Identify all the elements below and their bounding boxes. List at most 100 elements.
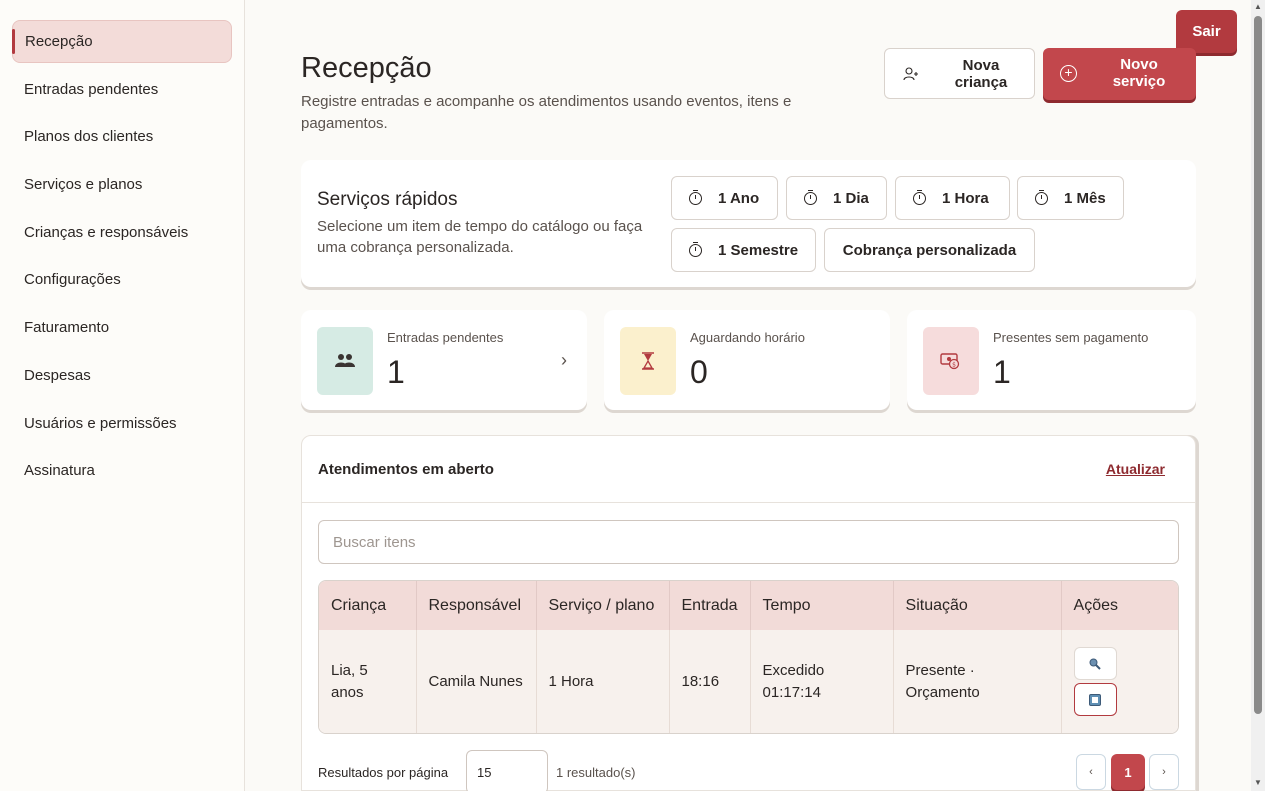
stop-button[interactable]	[1073, 683, 1117, 716]
results-count: 1 resultado(s)	[556, 765, 636, 780]
sidebar-item-recepcao[interactable]: Recepção	[12, 20, 232, 63]
stat-value: 0	[690, 354, 708, 390]
sidebar-item-configuracoes[interactable]: Configurações	[12, 258, 232, 301]
open-services-card: Atendimentos em aberto Atualizar Criança…	[301, 435, 1196, 791]
cell-time: Excedido 01:17:14	[750, 630, 894, 733]
svg-text:$: $	[952, 362, 956, 369]
plus-circle-icon: +	[1060, 65, 1077, 82]
prev-page-button[interactable]: ‹	[1076, 754, 1106, 790]
card-title: Atendimentos em aberto	[318, 461, 494, 478]
quick-services-title: Serviços rápidos	[317, 189, 458, 210]
view-button[interactable]	[1073, 647, 1117, 680]
chevron-right-icon: ›	[561, 350, 567, 370]
sidebar: Recepção Entradas pendentes Planos dos c…	[0, 0, 245, 791]
timer-icon	[804, 189, 817, 205]
sidebar-item-label: Assinatura	[24, 462, 95, 480]
column-header: Responsável	[416, 581, 537, 630]
sidebar-item-usuarios-permissoes[interactable]: Usuários e permissões	[12, 402, 232, 445]
chip-label: 1 Hora	[942, 189, 989, 207]
table-header-row: Criança Responsável Serviço / plano Entr…	[319, 581, 1178, 630]
next-page-button[interactable]: ›	[1149, 754, 1179, 790]
sidebar-item-label: Configurações	[24, 271, 121, 289]
column-header: Entrada	[669, 581, 751, 630]
sidebar-item-label: Entradas pendentes	[24, 80, 159, 98]
cell-child: Lia, 5 anos	[319, 630, 417, 733]
stat-card-awaiting-time: Aguardando horário 0	[604, 310, 890, 410]
scroll-up-icon[interactable]: ▲	[1254, 2, 1262, 11]
money-icon: $	[923, 327, 979, 395]
chip-label: 1 Dia	[833, 189, 869, 207]
page-subtitle: Registre entradas e acompanhe os atendim…	[301, 93, 792, 132]
sidebar-item-label: Recepção	[25, 33, 93, 50]
timer-icon	[689, 189, 702, 205]
services-table: Criança Responsável Serviço / plano Entr…	[318, 580, 1179, 734]
timer-icon	[689, 241, 702, 257]
current-page-button[interactable]: 1	[1111, 754, 1145, 790]
chip-label: 1 Mês	[1064, 189, 1106, 207]
stat-card-unpaid-present: $ Presentes sem pagamento 1	[907, 310, 1196, 410]
column-header: Ações	[1061, 581, 1178, 630]
sidebar-item-servicos-planos[interactable]: Serviços e planos	[12, 163, 232, 206]
custom-charge-button[interactable]: Cobrança personalizada	[824, 228, 1035, 272]
quick-services-card: Serviços rápidos Selecione um item de te…	[301, 160, 1196, 287]
chip-label: 1 Semestre	[718, 241, 799, 259]
sidebar-item-criancas-responsaveis[interactable]: Crianças e responsáveis	[12, 211, 232, 254]
hourglass-icon	[620, 327, 676, 395]
logout-button[interactable]: Sair	[1176, 10, 1237, 53]
new-child-label: Nova criança	[954, 57, 1008, 91]
stop-icon	[1089, 693, 1102, 706]
cell-guardian: Camila Nunes	[416, 630, 537, 733]
table-row: Lia, 5 anos Camila Nunes 1 Hora 18:16 Ex…	[319, 630, 1178, 733]
sidebar-item-faturamento[interactable]: Faturamento	[12, 306, 232, 349]
new-child-button[interactable]: Nova criança	[884, 48, 1035, 99]
timer-icon	[913, 189, 926, 205]
stat-label: Aguardando horário	[690, 330, 805, 345]
quick-service-1-mes[interactable]: 1 Mês	[1017, 176, 1124, 220]
quick-service-1-dia[interactable]: 1 Dia	[786, 176, 887, 220]
quick-services-description: Selecione um item de tempo do catálogo o…	[317, 218, 643, 256]
stat-value: 1	[993, 354, 1011, 390]
scrollbar-thumb[interactable]	[1254, 16, 1262, 714]
add-user-icon	[903, 67, 918, 81]
chip-label: Cobrança personalizada	[842, 241, 1017, 259]
quick-service-1-ano[interactable]: 1 Ano	[671, 176, 778, 220]
main-content: Sair Recepção Registre entradas e acompa…	[245, 0, 1251, 791]
column-header: Criança	[319, 581, 417, 630]
chip-label: 1 Ano	[718, 189, 760, 207]
sidebar-item-label: Planos dos clientes	[24, 128, 154, 146]
new-service-label: Novo serviço	[1112, 56, 1166, 90]
people-icon	[317, 327, 373, 395]
quick-service-1-semestre[interactable]: 1 Semestre	[671, 228, 816, 272]
table-footer: Resultados por página 1 resultado(s) ‹ 1…	[318, 750, 1179, 791]
cell-status: Presente · Orçamento	[893, 630, 1062, 733]
sidebar-item-label: Usuários e permissões	[24, 414, 177, 432]
sidebar-item-entradas-pendentes[interactable]: Entradas pendentes	[12, 68, 232, 111]
sidebar-item-label: Crianças e responsáveis	[24, 223, 189, 241]
per-page-label: Resultados por página	[318, 765, 449, 780]
timer-icon	[1035, 189, 1048, 205]
sidebar-item-label: Despesas	[24, 366, 91, 384]
new-service-button[interactable]: + Novo serviço	[1043, 48, 1196, 100]
search-input[interactable]	[318, 520, 1179, 564]
stat-value: 1	[387, 354, 405, 390]
per-page-input[interactable]	[466, 750, 548, 791]
stat-label: Entradas pendentes	[387, 330, 504, 345]
column-header: Tempo	[750, 581, 894, 630]
page-scrollbar[interactable]: ▲ ▼	[1251, 0, 1265, 791]
quick-service-1-hora[interactable]: 1 Hora	[895, 176, 1010, 220]
page-title: Recepção	[301, 52, 432, 84]
sidebar-item-label: Serviços e planos	[24, 176, 143, 194]
column-header: Serviço / plano	[536, 581, 670, 630]
scroll-down-icon[interactable]: ▼	[1254, 778, 1262, 787]
magnifier-icon	[1089, 658, 1101, 670]
sidebar-item-planos-clientes[interactable]: Planos dos clientes	[12, 115, 232, 158]
cell-service: 1 Hora	[536, 630, 670, 733]
cell-actions	[1061, 630, 1178, 733]
sidebar-item-assinatura[interactable]: Assinatura	[12, 449, 232, 492]
stat-card-pending-entries[interactable]: Entradas pendentes 1 ›	[301, 310, 587, 410]
cell-entry: 18:16	[669, 630, 751, 733]
refresh-link[interactable]: Atualizar	[1106, 461, 1165, 477]
sidebar-item-despesas[interactable]: Despesas	[12, 354, 232, 397]
sidebar-item-label: Faturamento	[24, 319, 110, 337]
card-header: Atendimentos em aberto Atualizar	[302, 436, 1195, 503]
